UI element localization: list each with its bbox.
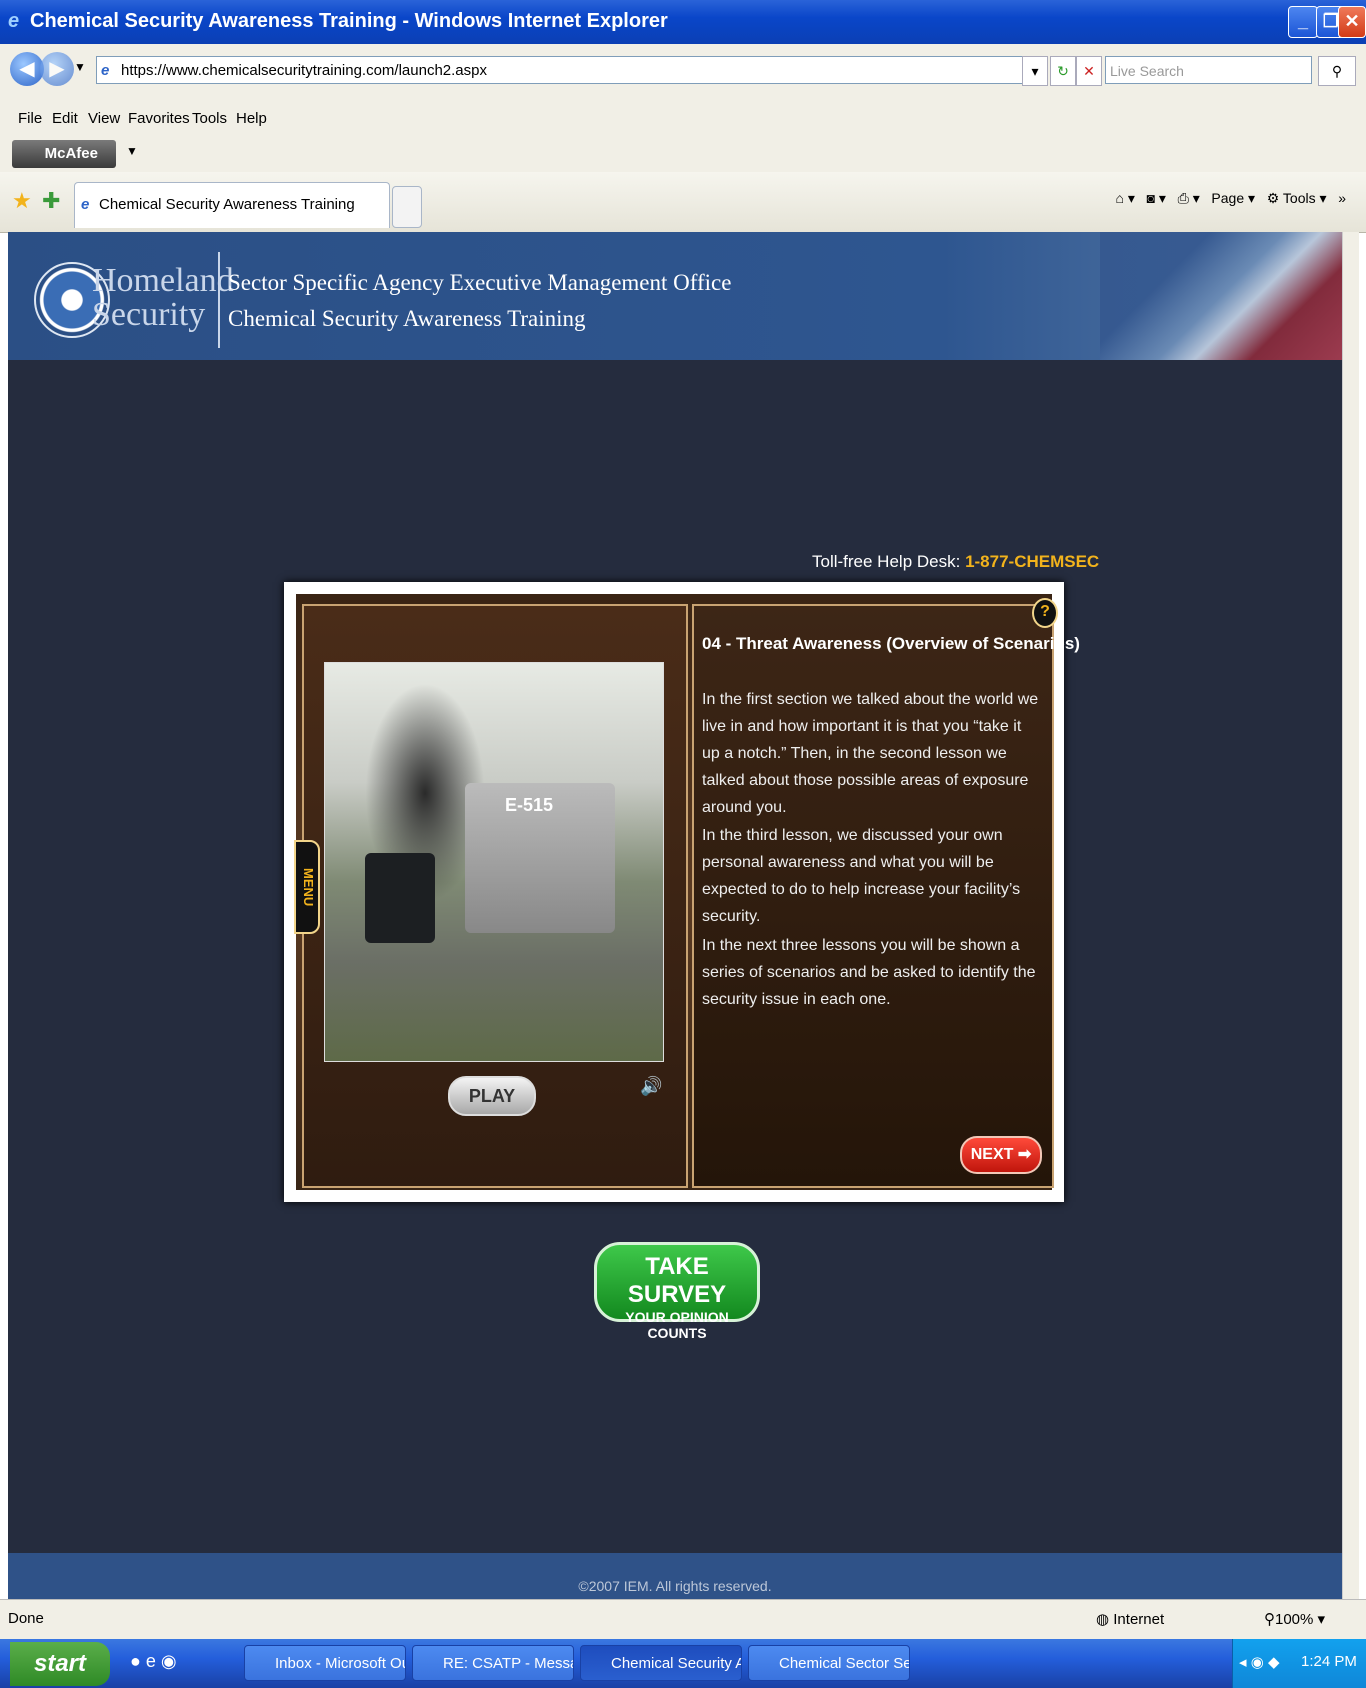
menu-view[interactable]: View bbox=[88, 110, 120, 127]
taskbar-item-outlook[interactable]: Inbox - Microsoft Out... bbox=[244, 1645, 406, 1681]
close-button[interactable]: ✕ bbox=[1338, 6, 1366, 38]
helpdesk-info: Toll-free Help Desk: 1-877-CHEMSEC bbox=[812, 552, 1099, 572]
zoom-label: 100% bbox=[1275, 1611, 1314, 1628]
survey-line1: TAKE SURVEY bbox=[627, 1253, 727, 1308]
add-favorite-icon[interactable]: ✚ bbox=[42, 188, 60, 214]
feeds-icon[interactable]: ◙ ▾ bbox=[1147, 190, 1166, 206]
play-button[interactable]: PLAY bbox=[448, 1076, 536, 1116]
tools-menu[interactable]: ⚙ Tools ▾ bbox=[1267, 190, 1327, 206]
copyright-text: ©2007 IEM. All rights reserved. bbox=[578, 1578, 772, 1594]
footer-bar: ©2007 IEM. All rights reserved. bbox=[8, 1553, 1342, 1599]
menu-edit[interactable]: Edit bbox=[52, 110, 78, 127]
address-dropdown-button[interactable]: ▾ bbox=[1022, 56, 1048, 86]
minimize-button[interactable]: _ bbox=[1288, 6, 1318, 38]
globe-icon: ◍ bbox=[1096, 1611, 1110, 1628]
truck-label: E-515 bbox=[505, 795, 554, 815]
survey-line2: YOUR OPINION COUNTS bbox=[625, 1309, 729, 1341]
address-text: https://www.chemicalsecuritytraining.com… bbox=[121, 62, 487, 79]
lesson-video[interactable]: E-515 bbox=[324, 662, 664, 1062]
search-input[interactable]: Live Search bbox=[1105, 56, 1312, 84]
zone-label: Internet bbox=[1113, 1611, 1165, 1628]
taskbar-item-message[interactable]: RE: CSATP - Message... bbox=[412, 1645, 574, 1681]
brand-line2: Security bbox=[92, 296, 206, 333]
address-bar[interactable]: e https://www.chemicalsecuritytraining.c… bbox=[96, 56, 1044, 84]
page-menu[interactable]: Page ▾ bbox=[1211, 190, 1255, 206]
zone-indicator: ◍ Internet bbox=[1096, 1610, 1164, 1628]
page-menu-label: Page bbox=[1211, 190, 1245, 206]
video-car bbox=[365, 853, 435, 943]
start-button[interactable]: start bbox=[10, 1642, 110, 1686]
mcafee-button[interactable]: McAfee bbox=[12, 140, 116, 168]
status-bar: Done ◍ Internet ⚲100% ▾ bbox=[0, 1599, 1366, 1640]
lesson-paragraph-2: In the third lesson, we discussed your o… bbox=[702, 827, 1021, 925]
favorites-star-icon[interactable]: ★ bbox=[12, 188, 32, 214]
quick-launch-icons[interactable]: ● e ◉ bbox=[130, 1651, 177, 1672]
speaker-icon[interactable]: 🔊 bbox=[640, 1076, 662, 1097]
ie-logo-icon: e bbox=[8, 10, 20, 32]
tab-current[interactable]: e Chemical Security Awareness Training bbox=[74, 182, 390, 228]
header-subtitle1: Sector Specific Agency Executive Managem… bbox=[228, 270, 732, 295]
home-icon[interactable]: ⌂ ▾ bbox=[1116, 190, 1135, 206]
status-text: Done bbox=[8, 1610, 44, 1627]
stop-button[interactable]: ✕ bbox=[1076, 56, 1102, 86]
clock: 1:24 PM bbox=[1301, 1653, 1357, 1670]
forward-button[interactable]: ▶ bbox=[40, 52, 74, 86]
chevron-more-icon[interactable]: » bbox=[1338, 190, 1346, 206]
menu-bar: File Edit View Favorites Tools Help bbox=[0, 102, 1366, 136]
take-survey-button[interactable]: TAKE SURVEY YOUR OPINION COUNTS bbox=[594, 1242, 760, 1341]
flag-image bbox=[1100, 232, 1342, 360]
new-tab-button[interactable] bbox=[392, 186, 422, 228]
page-icon: e bbox=[101, 62, 110, 79]
command-bar: ⌂ ▾ ◙ ▾ ⎙ ▾ Page ▾ ⚙ Tools ▾ » bbox=[1116, 190, 1346, 207]
mcafee-toolbar: McAfee ▼ bbox=[0, 136, 1366, 172]
history-dropdown-icon[interactable]: ▼ bbox=[74, 60, 86, 74]
menu-tab[interactable]: MENU bbox=[294, 840, 320, 934]
tab-label: Chemical Security Awareness Training bbox=[99, 196, 355, 213]
tools-menu-label: Tools bbox=[1282, 190, 1316, 206]
tab-ie-icon: e bbox=[81, 196, 90, 213]
tray-icons[interactable]: ◂ ◉ ◆ bbox=[1239, 1653, 1280, 1671]
zoom-control[interactable]: ⚲100% ▾ bbox=[1264, 1610, 1325, 1628]
menu-file[interactable]: File bbox=[18, 110, 42, 127]
search-icon[interactable]: ⚲ bbox=[1318, 56, 1356, 86]
system-tray: ◂ ◉ ◆ 1:24 PM bbox=[1232, 1639, 1366, 1688]
header-divider bbox=[218, 252, 220, 348]
back-button[interactable]: ◀ bbox=[10, 52, 44, 86]
taskbar-item-chemical-sector[interactable]: Chemical Sector Secu... bbox=[748, 1645, 910, 1681]
lesson-title: 04 - Threat Awareness (Overview of Scena… bbox=[702, 634, 1080, 653]
help-button[interactable]: ? bbox=[1032, 598, 1058, 628]
taskbar-item-chemical-training[interactable]: Chemical Security Aw... bbox=[580, 1645, 742, 1681]
tab-bar: ★ ✚ e Chemical Security Awareness Traini… bbox=[0, 172, 1366, 233]
window-title-bar: e Chemical Security Awareness Training -… bbox=[0, 0, 1366, 44]
menu-favorites[interactable]: Favorites bbox=[128, 110, 190, 127]
arrow-right-icon: ➡ bbox=[1017, 1146, 1032, 1163]
print-icon[interactable]: ⎙ ▾ bbox=[1178, 190, 1200, 206]
taskbar: start ● e ◉ Inbox - Microsoft Out... RE:… bbox=[0, 1639, 1366, 1688]
brand-line1: Homeland bbox=[92, 262, 234, 299]
mcafee-dropdown-icon[interactable]: ▼ bbox=[126, 144, 138, 158]
next-button[interactable]: NEXT ➡ bbox=[960, 1136, 1042, 1174]
vertical-scrollbar[interactable] bbox=[1342, 232, 1359, 1599]
helpdesk-label: Toll-free Help Desk: bbox=[812, 552, 961, 571]
next-label: NEXT bbox=[970, 1146, 1014, 1163]
video-fire-truck: E-515 bbox=[465, 783, 615, 933]
window-title: Chemical Security Awareness Training - W… bbox=[30, 10, 668, 32]
refresh-button[interactable]: ↻ bbox=[1050, 56, 1076, 86]
lesson-paragraph-3: In the next three lessons you will be sh… bbox=[702, 937, 1036, 1008]
lesson-paragraph-1: In the first section we talked about the… bbox=[702, 691, 1039, 816]
address-toolbar: ◀ ▶ ▼ e https://www.chemicalsecuritytrai… bbox=[0, 44, 1366, 102]
menu-help[interactable]: Help bbox=[236, 110, 267, 127]
menu-tools[interactable]: Tools bbox=[192, 110, 227, 127]
magnifier-icon: ⚲ bbox=[1264, 1611, 1275, 1628]
helpdesk-number: 1-877-CHEMSEC bbox=[965, 552, 1100, 571]
gear-icon: ⚙ bbox=[1266, 190, 1280, 206]
header-subtitle2: Chemical Security Awareness Training bbox=[228, 306, 586, 331]
